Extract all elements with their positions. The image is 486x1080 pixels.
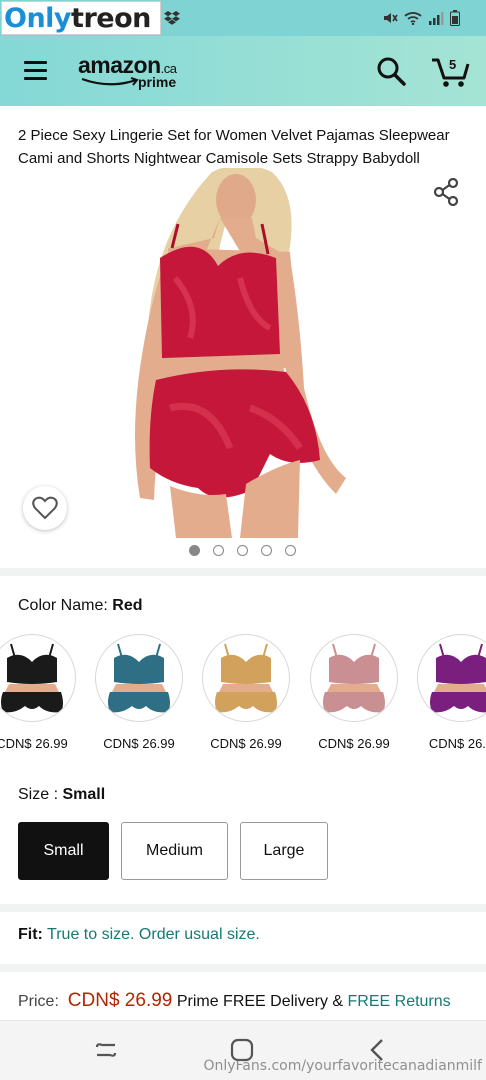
swatch-price: CDN$ 26.99 — [103, 736, 175, 751]
color-swatch-pink[interactable]: CDN$ 26.99 — [310, 634, 398, 751]
free-returns-link[interactable]: FREE Returns — [348, 993, 451, 1010]
watermark-logo: Only treon — [1, 1, 161, 35]
size-label: Size : — [18, 786, 59, 803]
section-divider — [0, 568, 486, 576]
price-value: CDN$ 26.99 — [67, 990, 173, 1011]
size-row: Size : Small — [18, 786, 105, 804]
cart-count: 5 — [449, 57, 457, 72]
wifi-icon — [404, 12, 422, 25]
swatch-price: CDN$ 26.99 — [0, 736, 68, 751]
share-icon[interactable] — [433, 178, 459, 206]
signal-icon — [429, 12, 444, 25]
battery-icon — [450, 10, 460, 26]
color-name-row: Color Name: Red — [18, 597, 143, 615]
watermark-part-a: Only — [4, 2, 72, 34]
recent-apps-icon[interactable] — [94, 1038, 118, 1062]
logo-prime: prime — [138, 74, 177, 90]
heart-icon — [32, 496, 58, 520]
carousel-dots — [189, 545, 296, 556]
swatch-price: CDN$ 26.9 — [428, 736, 486, 751]
swatch-thumbnail — [310, 634, 398, 722]
size-option-medium[interactable]: Medium — [121, 822, 228, 880]
size-option-small[interactable]: Small — [18, 822, 109, 880]
carousel-dot[interactable] — [213, 545, 224, 556]
status-bar: Only treon — [0, 0, 486, 36]
price-row: Price: CDN$ 26.99 Prime FREE Delivery & … — [18, 990, 451, 1012]
amazon-prime-logo[interactable]: amazon.ca prime — [78, 52, 177, 90]
swatch-price: CDN$ 26.99 — [318, 736, 390, 751]
product-image — [135, 168, 346, 538]
swatch-thumbnail — [202, 634, 290, 722]
watermark-part-b: treon — [71, 2, 151, 34]
product-title[interactable]: 2 Piece Sexy Lingerie Set for Women Velv… — [18, 124, 474, 170]
fit-row: Fit: True to size. Order usual size. — [18, 926, 260, 944]
footer-watermark: OnlyFans.com/yourfavoritecanadianmilf — [203, 1058, 482, 1074]
swatch-price: CDN$ 26.99 — [210, 736, 282, 751]
fit-label: Fit: — [18, 926, 43, 943]
prime-delivery-text: Prime FREE Delivery & — [176, 993, 344, 1010]
menu-icon[interactable] — [24, 61, 47, 81]
fit-value-link[interactable]: True to size. Order usual size. — [47, 926, 260, 943]
section-divider — [0, 904, 486, 912]
color-swatch-purple[interactable]: CDN$ 26.9 — [417, 634, 486, 751]
price-label: Price: — [18, 993, 59, 1010]
color-name-label: Color Name: — [18, 597, 108, 614]
swatch-thumbnail — [0, 634, 76, 722]
carousel-dot[interactable] — [237, 545, 248, 556]
carousel-dot[interactable] — [189, 545, 200, 556]
cart-button[interactable]: 5 — [430, 54, 470, 88]
color-selected-value: Red — [112, 597, 143, 614]
logo-smile-icon — [81, 77, 139, 86]
carousel-dot[interactable] — [261, 545, 272, 556]
swatch-thumbnail — [417, 634, 486, 722]
dropbox-icon — [164, 11, 180, 25]
color-swatch-blue[interactable]: CDN$ 26.99 — [95, 634, 183, 751]
search-icon[interactable] — [376, 56, 406, 86]
size-selected-value: Small — [62, 786, 106, 803]
carousel-dot[interactable] — [285, 545, 296, 556]
wishlist-button[interactable] — [23, 486, 67, 530]
color-swatch-black[interactable]: CDN$ 26.99 — [0, 634, 76, 751]
mute-icon — [384, 13, 398, 23]
app-header: amazon.ca prime 5 — [0, 36, 486, 106]
color-swatch-gold[interactable]: CDN$ 26.99 — [202, 634, 290, 751]
size-option-large[interactable]: Large — [240, 822, 328, 880]
product-image-carousel[interactable] — [0, 168, 486, 568]
section-divider — [0, 964, 486, 972]
swatch-thumbnail — [95, 634, 183, 722]
